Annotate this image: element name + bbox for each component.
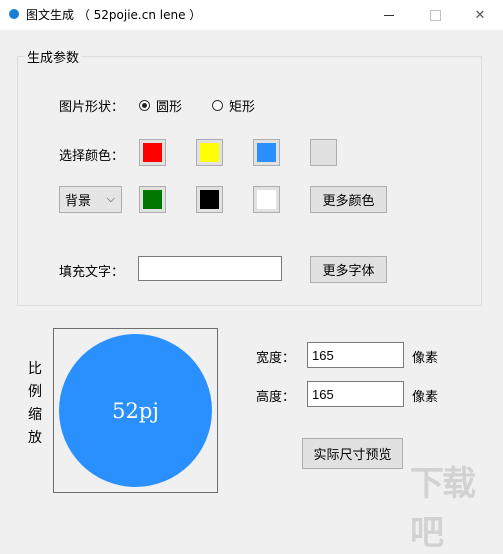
color-swatch-red[interactable]: [139, 139, 166, 166]
height-label: 高度：: [256, 390, 296, 405]
scale-label-char: 比: [28, 361, 42, 377]
swatch-fill: [257, 190, 276, 209]
fill-text-input[interactable]: [138, 256, 282, 281]
height-unit: 像素: [412, 390, 439, 405]
width-unit: 像素: [412, 351, 439, 366]
color-swatch-custom[interactable]: [310, 139, 337, 166]
width-label: 宽度：: [256, 351, 296, 366]
scale-label-char: 放: [28, 430, 42, 446]
shape-radio-circle-label: 圆形: [156, 100, 183, 115]
shape-radio-circle[interactable]: 圆形: [139, 96, 182, 115]
maximize-button[interactable]: [412, 0, 458, 30]
swatch-fill: [200, 143, 219, 162]
scale-label: 比例缩放: [25, 358, 45, 450]
color-target-select[interactable]: 背景 ⌵: [59, 186, 122, 213]
watermark-logo: 下载吧: [410, 464, 476, 553]
params-group-legend: 生成参数: [25, 47, 82, 66]
color-swatch-black[interactable]: [196, 186, 223, 213]
color-label: 选择颜色：: [59, 149, 125, 164]
window-title: 图文生成 （ 52pojie.cn lene ）: [26, 8, 202, 22]
chevron-down-icon: ⌵: [106, 192, 115, 205]
color-swatch-blue[interactable]: [253, 139, 280, 166]
radio-circle-indicator[interactable]: [139, 100, 150, 111]
maximize-icon: [429, 9, 441, 21]
height-input[interactable]: [307, 381, 404, 407]
swatch-fill: [200, 190, 219, 209]
color-swatch-yellow[interactable]: [196, 139, 223, 166]
title-bar: 图文生成 （ 52pojie.cn lene ） ✕: [0, 0, 503, 30]
scale-label-char: 缩: [28, 407, 42, 423]
preview-circle-text: 52pj: [112, 398, 159, 423]
color-swatch-white[interactable]: [253, 186, 280, 213]
more-colors-button[interactable]: 更多颜色: [310, 186, 387, 213]
close-icon: ✕: [474, 7, 486, 23]
swatch-fill: [143, 143, 162, 162]
actual-size-preview-button[interactable]: 实际尺寸预览: [302, 438, 403, 469]
close-button[interactable]: ✕: [457, 0, 503, 30]
more-fonts-button[interactable]: 更多字体: [310, 256, 387, 283]
shape-radio-rect-label: 矩形: [229, 100, 256, 115]
swatch-fill: [314, 143, 333, 162]
minimize-icon: [384, 14, 394, 16]
minimize-button[interactable]: [366, 0, 412, 30]
width-input[interactable]: [307, 342, 404, 368]
preview-canvas: 52pj: [53, 328, 218, 493]
radio-rect-indicator[interactable]: [212, 100, 223, 111]
preview-circle: 52pj: [59, 334, 212, 487]
color-swatch-green[interactable]: [139, 186, 166, 213]
shape-radio-rect[interactable]: 矩形: [212, 96, 255, 115]
fill-text-label: 填充文字：: [59, 265, 125, 280]
color-target-value: 背景: [65, 194, 92, 209]
swatch-fill: [143, 190, 162, 209]
swatch-fill: [257, 143, 276, 162]
app-icon: [9, 9, 19, 19]
scale-label-char: 例: [28, 384, 42, 400]
shape-label: 图片形状：: [59, 100, 125, 115]
